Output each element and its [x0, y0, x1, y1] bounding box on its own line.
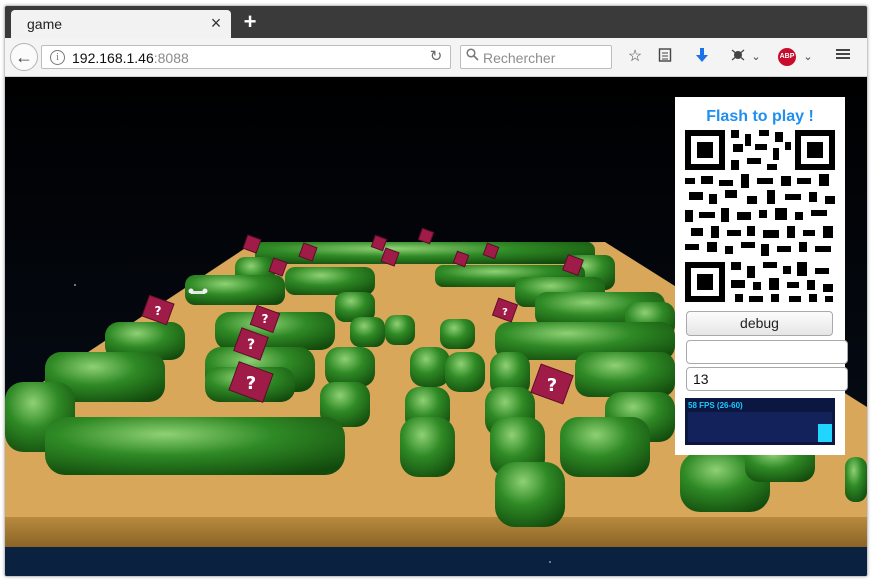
- download-icon[interactable]: [691, 47, 713, 67]
- navigation-bar: ← i 192.168.1.46:8088 ↻ Rechercher ☆ ⌄ A…: [5, 38, 867, 77]
- svg-text:?: ?: [246, 373, 256, 394]
- reading-list-icon[interactable]: [654, 47, 676, 67]
- url-text: 192.168.1.46:8088: [72, 50, 189, 66]
- svg-text:?: ?: [262, 312, 269, 326]
- star: [549, 561, 551, 563]
- new-tab-icon[interactable]: +: [239, 11, 261, 33]
- search-icon: [466, 48, 479, 64]
- svg-text:?: ?: [247, 337, 255, 353]
- bookmark-star-icon[interactable]: ☆: [624, 47, 646, 67]
- search-placeholder: Rechercher: [483, 50, 556, 66]
- browser-window: game × + ← i 192.168.1.46:8088 ↻ Recherc…: [4, 5, 868, 577]
- tab-game[interactable]: game ×: [11, 10, 231, 38]
- control-panel: Flash to play ! debug 13 58 FPS (26-60): [675, 97, 848, 455]
- flash-to-play-label: Flash to play !: [706, 108, 814, 125]
- fps-meter: 58 FPS (26-60): [685, 398, 835, 445]
- extension-icon[interactable]: [727, 47, 749, 67]
- fps-graph: [688, 412, 832, 442]
- sand-board-side: [5, 517, 867, 547]
- debug-button[interactable]: debug: [686, 311, 833, 336]
- ground-below: [5, 547, 867, 576]
- fps-readout: 58 FPS (26-60): [688, 401, 743, 410]
- chevron-down-icon[interactable]: ⌄: [802, 47, 814, 67]
- tab-close-icon[interactable]: ×: [207, 14, 225, 32]
- back-arrow-icon[interactable]: ←: [10, 43, 38, 71]
- hamburger-menu-icon[interactable]: [832, 47, 854, 67]
- fps-graph-bars: [818, 424, 832, 442]
- chevron-down-icon[interactable]: ⌄: [750, 47, 762, 67]
- qr-code-image[interactable]: [685, 130, 835, 308]
- address-bar[interactable]: i 192.168.1.46:8088 ↻: [41, 45, 451, 69]
- adblock-icon[interactable]: ABP: [778, 48, 796, 66]
- svg-text:?: ?: [502, 307, 508, 318]
- star: [74, 284, 76, 286]
- tab-strip: game × +: [5, 6, 867, 38]
- svg-text:?: ?: [547, 375, 557, 396]
- text-input[interactable]: [686, 340, 848, 364]
- game-viewport[interactable]: ? ? ? ? ? ? Flash to play ! debug 13 58 …: [5, 77, 867, 576]
- url-host: 192.168.1.46: [72, 50, 154, 66]
- number-input[interactable]: 13: [686, 367, 848, 391]
- url-port: :8088: [153, 50, 189, 66]
- search-input[interactable]: Rechercher: [460, 45, 612, 69]
- info-icon[interactable]: i: [50, 50, 65, 65]
- tab-title: game: [27, 16, 63, 32]
- reload-icon[interactable]: ↻: [426, 47, 446, 67]
- svg-text:?: ?: [155, 304, 162, 318]
